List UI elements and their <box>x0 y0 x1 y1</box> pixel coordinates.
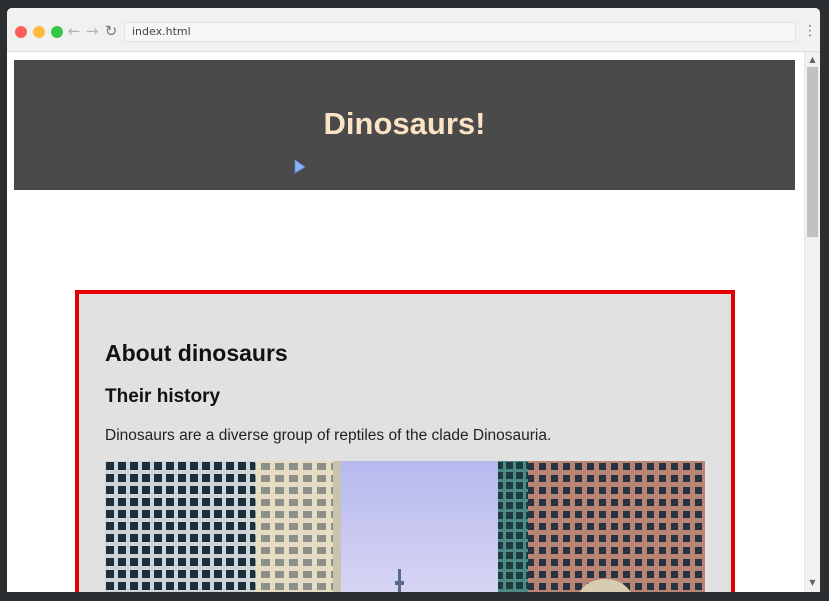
city-photo-image <box>105 461 705 592</box>
browser-menu-icon[interactable]: ⋮ <box>803 22 817 40</box>
site-title: Dinosaurs! <box>323 106 486 141</box>
site-header: Dinosaurs! <box>14 60 795 190</box>
city-dinosaur-photo <box>105 461 705 592</box>
back-arrow-icon[interactable]: ← <box>66 22 82 40</box>
scroll-down-arrow-icon[interactable]: ▼ <box>805 577 820 589</box>
maximize-window-button[interactable] <box>51 26 63 38</box>
reload-icon[interactable]: ↻ <box>103 22 119 40</box>
address-bar[interactable]: index.html <box>124 22 796 42</box>
section-subheading: Their history <box>105 386 221 407</box>
mouse-pointer-icon <box>294 159 306 174</box>
scroll-up-arrow-icon[interactable]: ▲ <box>805 54 820 66</box>
section-heading: About dinosaurs <box>105 340 288 366</box>
vertical-scrollbar[interactable]: ▲ ▼ <box>804 52 820 592</box>
page-viewport: Dinosaurs! About dinosaurs Their history… <box>7 52 804 592</box>
about-section: About dinosaurs Their history Dinosaurs … <box>75 290 735 592</box>
forward-arrow-icon[interactable]: → <box>84 22 100 40</box>
browser-window: ← → ↻ index.html ⋮ Dinosaurs! About dino… <box>7 8 820 592</box>
scrollbar-thumb[interactable] <box>807 67 818 237</box>
section-paragraph: Dinosaurs are a diverse group of reptile… <box>105 427 552 444</box>
minimize-window-button[interactable] <box>33 26 45 38</box>
browser-toolbar: ← → ↻ index.html ⋮ <box>7 8 820 52</box>
close-window-button[interactable] <box>15 26 27 38</box>
